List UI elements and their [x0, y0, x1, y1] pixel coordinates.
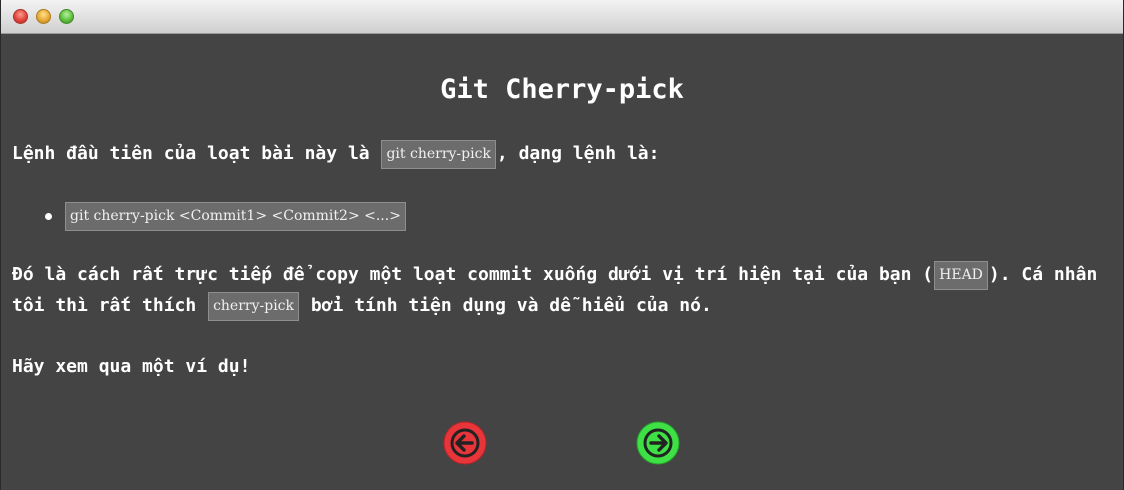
bullet-icon [45, 213, 52, 220]
next-button[interactable] [636, 421, 680, 465]
previous-button[interactable] [443, 421, 487, 465]
inline-code-cherry-pick: cherry-pick [208, 291, 300, 321]
description-text: Đó là cách rất trực tiếp để copy một loạ… [12, 264, 934, 285]
arrow-left-icon [443, 421, 487, 465]
syntax-list: git cherry-pick <Commit1> <Commit2> <...… [42, 201, 407, 231]
list-item: git cherry-pick <Commit1> <Commit2> <...… [42, 201, 407, 231]
app-window: Git Cherry-pick Lệnh đầu tiên của loạt b… [0, 0, 1124, 490]
inline-code-syntax: git cherry-pick <Commit1> <Commit2> <...… [65, 201, 406, 231]
minimize-window-button[interactable] [36, 9, 51, 24]
dialog-title: Git Cherry-pick [440, 74, 684, 105]
inline-code-git-cherry-pick: git cherry-pick [381, 139, 496, 169]
inline-code-head: HEAD [934, 260, 988, 290]
intro-text-after: , dạng lệnh là: [496, 143, 660, 164]
description-line-2: tôi thì rất thích cherry-pick bởi tính t… [12, 290, 712, 321]
window-titlebar[interactable] [1, 0, 1123, 34]
description-text: ). Cá nhân [988, 264, 1098, 285]
description-text: tôi thì rất thích [12, 295, 208, 316]
intro-paragraph: Lệnh đầu tiên của loạt bài này là git ch… [12, 138, 659, 169]
close-window-button[interactable] [13, 9, 28, 24]
description-line-1: Đó là cách rất trực tiếp để copy một loạ… [12, 259, 1097, 290]
intro-text-before: Lệnh đầu tiên của loạt bài này là [12, 143, 381, 164]
zoom-window-button[interactable] [59, 9, 74, 24]
call-to-action: Hãy xem qua một ví dụ! [12, 356, 251, 377]
arrow-right-icon [636, 421, 680, 465]
description-text: bởi tính tiện dụng và dễ hiểu của nó. [300, 295, 712, 316]
